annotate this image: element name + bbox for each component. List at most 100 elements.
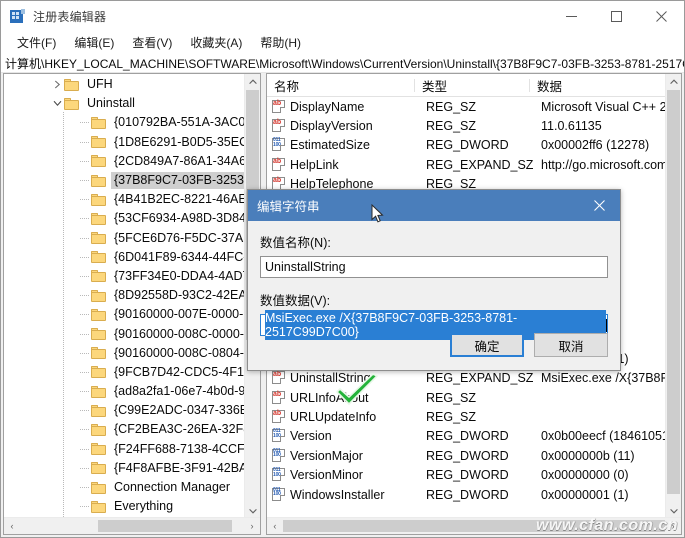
string-value-icon: ab	[272, 119, 286, 133]
folder-icon	[91, 289, 106, 302]
address-bar[interactable]: 计算机\HKEY_LOCAL_MACHINE\SOFTWARE\Microsof…	[1, 54, 684, 73]
folder-icon	[91, 366, 106, 379]
maximize-button[interactable]	[594, 1, 639, 32]
tree-item-label: {53CF6934-A98D-3D84-9146-F	[114, 211, 245, 226]
menu-favorites[interactable]: 收藏夹(A)	[181, 33, 251, 53]
dialog-buttons: 确定 取消	[450, 333, 608, 357]
string-value-icon: ab	[272, 390, 286, 405]
tree-item[interactable]: {C99E2ADC-0347-336E-A603	[4, 401, 245, 420]
folder-icon	[91, 232, 106, 245]
list-vertical-scrollbar[interactable]	[665, 74, 681, 518]
cancel-button[interactable]: 取消	[534, 333, 608, 357]
tree-scroll-up-icon[interactable]	[245, 74, 260, 89]
folder-icon	[91, 116, 106, 129]
tree-item[interactable]: {ad8a2fa1-06e7-4b0d-927d	[4, 382, 245, 401]
tree-item[interactable]: {F24FF688-7138-4CCF-A83F-7	[4, 440, 245, 459]
tree-scroll-down-icon[interactable]	[245, 503, 260, 518]
value-data-cell: Microsoft Visual C++ 2012 x6	[541, 99, 666, 114]
registry-value-row[interactable]: ab UninstallString REG_EXPAND_SZ MsiExec.ex…	[267, 368, 666, 387]
tree-item[interactable]: {73FF34E0-DDA4-4AD7-ABF	[4, 267, 245, 286]
folder-icon	[91, 251, 106, 264]
registry-value-row[interactable]: 011 100 WindowsInstaller REG_DWORD 0x0000000…	[267, 485, 666, 504]
tree-item[interactable]: {8D92558D-93C2-42EA-87C	[4, 286, 245, 305]
value-type-cell: REG_SZ	[426, 409, 477, 424]
list-scroll-left-icon[interactable]: ‹	[267, 521, 283, 531]
tree-item[interactable]: {2CD849A7-86A1-34A6-B8F9-8	[4, 152, 245, 171]
dialog-close-icon[interactable]	[578, 190, 620, 221]
registry-tree[interactable]: UFH Uninstall {010792BA-551A-3AC0-A7EF-0 {1…	[4, 74, 245, 518]
tree-item[interactable]: {4B41B2EC-8221-46AE-A787-4	[4, 190, 245, 209]
close-button[interactable]	[639, 1, 684, 32]
tree-item[interactable]: {6D041F89-6344-44FC-B086-	[4, 248, 245, 267]
menu-view[interactable]: 查看(V)	[123, 33, 181, 53]
dialog-body: 数值名称(N): UninstallString 数值数据(V): MsiExe…	[248, 221, 620, 340]
tree-item[interactable]: {F4F8AFBE-3F91-42BA-8D2B-0	[4, 459, 245, 478]
tree-horizontal-scrollbar[interactable]: ‹ ›	[4, 517, 260, 534]
menu-help[interactable]: 帮助(H)	[251, 33, 310, 53]
list-scroll-thumb[interactable]	[667, 90, 680, 494]
column-header-name[interactable]: 名称	[267, 76, 415, 95]
string-value-icon: ab	[272, 99, 286, 114]
dialog-title-bar: 编辑字符串	[248, 190, 620, 221]
tree-item[interactable]: {90160000-007E-0000-1000	[4, 305, 245, 324]
tree-item[interactable]: {37B8F9C7-03FB-3253-8781-2	[4, 171, 245, 190]
menu-file[interactable]: 文件(F)	[8, 33, 65, 53]
value-name-input[interactable]: UninstallString	[260, 256, 608, 278]
tree-item[interactable]: {1D8E6291-B0D5-35EC-8441-6	[4, 133, 245, 152]
tree-item[interactable]: {010792BA-551A-3AC0-A7EF-0	[4, 113, 245, 132]
tree-item[interactable]: Connection Manager	[4, 478, 245, 497]
value-data-cell: 0x0b00eecf (184610511)	[541, 429, 666, 444]
chevron-down-icon[interactable]	[50, 94, 64, 113]
tree-hscroll-thumb[interactable]	[98, 520, 232, 532]
list-scroll-up-icon[interactable]	[666, 74, 681, 89]
address-path: 计算机\HKEY_LOCAL_MACHINE\SOFTWARE\Microsof…	[5, 56, 684, 71]
value-name-cell: WindowsInstaller	[290, 487, 385, 502]
list-scroll-right-icon[interactable]: ›	[665, 521, 681, 531]
registry-value-row[interactable]: 011 100 EstimatedSize REG_DWORD 0x00002ff6 (…	[267, 136, 666, 155]
tree-item[interactable]: {53CF6934-A98D-3D84-9146-F	[4, 209, 245, 228]
tree-item[interactable]: {5FCE6D76-F5DC-37AB-B2B-	[4, 229, 245, 248]
registry-value-row[interactable]: ab URLUpdateInfo REG_SZ	[267, 407, 666, 426]
tree-item-label: {90160000-008C-0000-1000	[114, 326, 245, 341]
registry-value-row[interactable]: 011 100 Version REG_DWORD 0x0b00eecf (184610…	[267, 427, 666, 446]
registry-editor-window: 注册表编辑器 文件(F) 编辑(E) 查看(V) 收藏夹(A) 帮助(H) 计算…	[0, 0, 685, 538]
tree-item-label: {010792BA-551A-3AC0-A7EF-0	[114, 115, 245, 130]
tree-item[interactable]: {90160000-008C-0000-1000	[4, 324, 245, 343]
folder-icon	[91, 212, 106, 225]
tree-connector	[77, 478, 91, 497]
column-header-type[interactable]: 类型	[415, 76, 530, 95]
list-horizontal-scrollbar[interactable]: ‹ ›	[267, 517, 681, 534]
value-data-cell: http://go.microsoft.com/fwlink	[541, 157, 666, 172]
string-value-icon: ab	[272, 409, 286, 424]
registry-value-row[interactable]: 011 100 VersionMinor REG_DWORD 0x00000000 (0…	[267, 465, 666, 484]
tree-connector	[77, 113, 91, 132]
dword-value-icon: 011100	[272, 468, 286, 482]
column-header-data[interactable]: 数据	[530, 76, 666, 95]
minimize-button[interactable]	[549, 1, 594, 32]
chevron-right-icon[interactable]	[50, 75, 64, 94]
tree-item[interactable]: {9FCB7D42-CDC5-4F19-8672	[4, 363, 245, 382]
mouse-pointer-icon	[371, 203, 384, 224]
tree-item[interactable]: UFH	[4, 75, 245, 94]
tree-scroll-left-icon[interactable]: ‹	[4, 521, 20, 531]
tree-item-label: {1D8E6291-B0D5-35EC-8441-6	[114, 134, 245, 149]
tree-item[interactable]: Everything	[4, 497, 245, 516]
window-title: 注册表编辑器	[33, 10, 107, 24]
window-controls	[549, 1, 684, 32]
tree-item[interactable]: {CF2BEA3C-26EA-32F8-AA9B-	[4, 420, 245, 439]
tree-scroll-right-icon[interactable]: ›	[244, 521, 260, 531]
value-name-cell: DisplayVersion	[290, 119, 373, 134]
registry-value-row[interactable]: 011 100 VersionMajor REG_DWORD 0x0000000b (1…	[267, 446, 666, 465]
registry-value-row[interactable]: ab HelpLink REG_EXPAND_SZ http://go.microso…	[267, 155, 666, 174]
list-hscroll-thumb[interactable]	[282, 520, 666, 532]
registry-value-row[interactable]: ab DisplayVersion REG_SZ 11.0.61135	[267, 116, 666, 135]
registry-value-row[interactable]: ab DisplayName REG_SZ Microsoft Visual C++ …	[267, 97, 666, 116]
ok-button[interactable]: 确定	[450, 333, 524, 357]
tree-item[interactable]: {90160000-008C-0804-1000	[4, 344, 245, 363]
tree-item-label: {73FF34E0-DDA4-4AD7-ABF	[114, 268, 245, 283]
tree-item[interactable]: Uninstall	[4, 94, 245, 113]
tree-item-label: {4B41B2EC-8221-46AE-A787-4	[114, 192, 245, 207]
registry-value-row[interactable]: ab URLInfoAbout REG_SZ	[267, 388, 666, 407]
menu-edit[interactable]: 编辑(E)	[65, 33, 123, 53]
list-scroll-down-icon[interactable]	[666, 503, 681, 518]
